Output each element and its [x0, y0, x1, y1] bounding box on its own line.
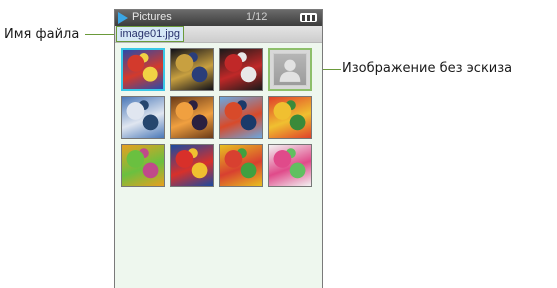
thumbnail-6[interactable] [170, 96, 214, 139]
no-thumbnail-callout: Изображение без эскиза [342, 61, 513, 76]
title-bar: Pictures 1/12 [115, 10, 322, 26]
thumbnail-4[interactable] [268, 48, 312, 91]
thumbnail-1[interactable] [121, 48, 165, 91]
thumbnail-11[interactable] [219, 144, 263, 187]
file-name: image01.jpg [116, 26, 184, 42]
thumbnail-3[interactable] [219, 48, 263, 91]
thumbnail-12[interactable] [268, 144, 312, 187]
thumbnail-8[interactable] [268, 96, 312, 139]
file-name-bar: image01.jpg [115, 26, 322, 43]
app-title: Pictures [132, 11, 172, 23]
person-placeholder-icon [279, 59, 301, 82]
thumbnail-9[interactable] [121, 144, 165, 187]
file-name-leader-line [85, 34, 116, 35]
thumbnail-7[interactable] [219, 96, 263, 139]
image-counter: 1/12 [246, 11, 268, 23]
battery-icon [300, 13, 317, 22]
thumbnail-10[interactable] [170, 144, 214, 187]
play-icon [118, 12, 128, 24]
pictures-screen: Pictures 1/12 image01.jpg [114, 9, 323, 288]
thumbnail-2[interactable] [170, 48, 214, 91]
file-name-callout: Имя файла [4, 27, 80, 42]
thumbnail-5[interactable] [121, 96, 165, 139]
